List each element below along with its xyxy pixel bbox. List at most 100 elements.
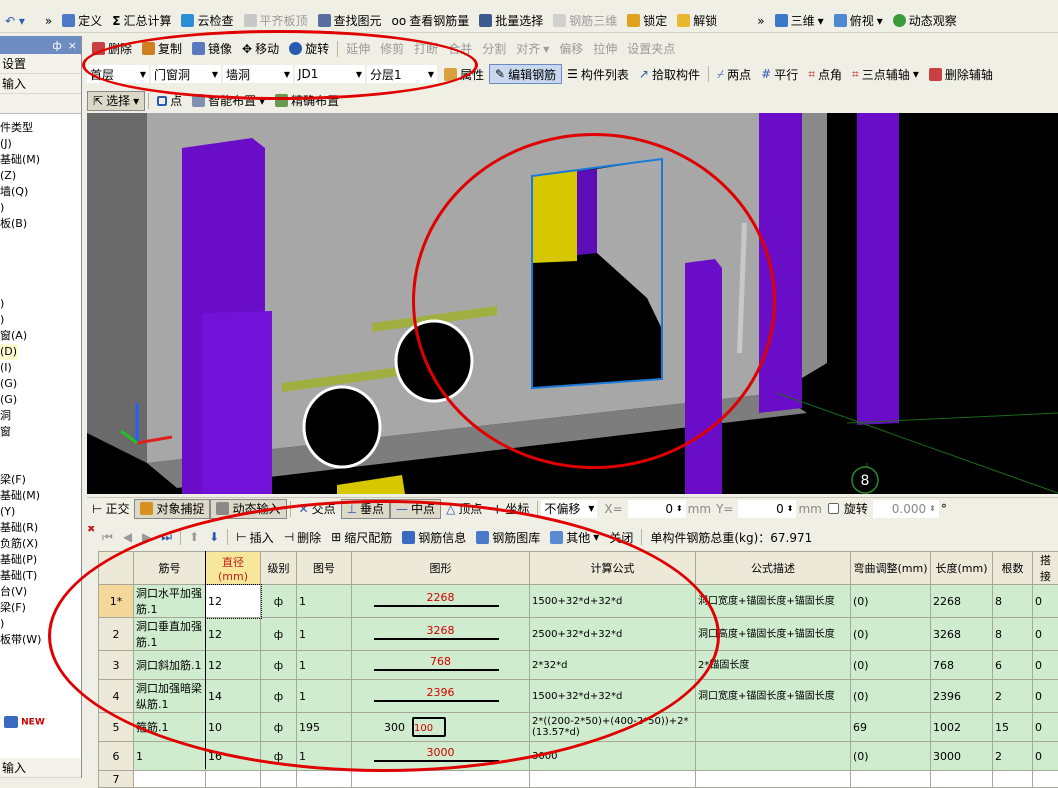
lap-cell[interactable]: 0 xyxy=(1033,618,1058,651)
lap-cell[interactable]: 0 xyxy=(1033,713,1058,742)
toolbar-more-icon[interactable]: » xyxy=(40,11,57,31)
header-lap[interactable]: 搭接 xyxy=(1033,552,1058,585)
pick-element-button[interactable]: ↗拾取构件 xyxy=(634,64,705,84)
y-input[interactable]: 0⬍ xyxy=(738,500,796,518)
tree-item[interactable]: ) xyxy=(0,312,81,328)
undo-button[interactable]: ↶ ▾ xyxy=(0,11,30,31)
lap-cell[interactable]: 0 xyxy=(1033,651,1058,680)
count-cell[interactable]: 2 xyxy=(993,680,1033,713)
cloud-check-button[interactable]: 云检查 xyxy=(176,11,238,31)
length-cell[interactable]: 2268 xyxy=(931,585,993,618)
settings-item[interactable]: 设置 xyxy=(0,54,81,74)
rotate-input[interactable]: 0.000⬍ xyxy=(873,500,939,518)
align-button[interactable]: 对齐 ▾ xyxy=(511,39,554,59)
dynamic-view-button[interactable]: 动态观察 xyxy=(888,11,962,31)
bend-adjust-cell[interactable]: (0) xyxy=(851,585,931,618)
tree-item[interactable]: 窗(A) xyxy=(0,328,81,344)
close-red-icon[interactable]: ✖ xyxy=(87,526,95,535)
first-record-button[interactable]: ⏮ xyxy=(97,527,118,547)
count-cell[interactable]: 6 xyxy=(993,651,1033,680)
new-badge[interactable]: NEW xyxy=(4,716,45,728)
tree-item[interactable]: (Y) xyxy=(0,504,81,520)
tree-item[interactable]: 负筋(X) xyxy=(0,536,81,552)
lap-cell[interactable]: 0 xyxy=(1033,680,1058,713)
x-input[interactable]: 0⬍ xyxy=(628,500,686,518)
delete-axis-button[interactable]: 删除辅轴 xyxy=(924,64,998,84)
sum-calc-button[interactable]: Σ汇总计算 xyxy=(107,11,176,31)
tree-item[interactable] xyxy=(0,248,81,264)
view-rebar-qty-button[interactable]: oo查看钢筋量 xyxy=(387,11,475,31)
tree-item[interactable] xyxy=(0,440,81,456)
tree-item[interactable]: ) xyxy=(0,200,81,216)
pin-icon[interactable]: ф xyxy=(52,39,61,52)
tree-item[interactable] xyxy=(0,280,81,296)
header-count[interactable]: 根数 xyxy=(993,552,1033,585)
tree-item[interactable]: 基础(M) xyxy=(0,152,81,168)
header-length[interactable]: 长度(mm) xyxy=(931,552,993,585)
tree-item[interactable]: (G) xyxy=(0,376,81,392)
count-cell[interactable]: 8 xyxy=(993,618,1033,651)
view-3d-dropdown[interactable]: 三维 ▾ xyxy=(770,11,829,31)
header-bend-adjust[interactable]: 弯曲调整(mm) xyxy=(851,552,931,585)
tree-item[interactable]: (D) xyxy=(0,344,18,360)
lap-cell[interactable]: 0 xyxy=(1033,585,1058,618)
lock-button[interactable]: 锁定 xyxy=(622,11,672,31)
two-point-button[interactable]: ⌿两点 xyxy=(712,64,756,84)
tree-item[interactable]: 基础(P) xyxy=(0,552,81,568)
length-cell[interactable]: 1002 xyxy=(931,713,993,742)
length-cell[interactable] xyxy=(931,771,993,788)
rotate-checkbox[interactable] xyxy=(828,503,839,514)
bend-adjust-cell[interactable] xyxy=(851,771,931,788)
tree-item[interactable]: 板(B) xyxy=(0,216,81,232)
tree-item[interactable]: 基础(M) xyxy=(0,488,81,504)
count-cell[interactable]: 2 xyxy=(993,742,1033,771)
bend-adjust-cell[interactable]: (0) xyxy=(851,680,931,713)
point-angle-button[interactable]: ⌗点角 xyxy=(803,64,847,84)
unlock-button[interactable]: 解锁 xyxy=(672,11,722,31)
description-cell[interactable] xyxy=(696,713,851,742)
set-grip-button[interactable]: 设置夹点 xyxy=(622,39,680,59)
count-cell[interactable] xyxy=(993,771,1033,788)
count-cell[interactable]: 15 xyxy=(993,713,1033,742)
rebar-3d-button[interactable]: 钢筋三维 xyxy=(548,11,622,31)
bend-adjust-cell[interactable]: (0) xyxy=(851,651,931,680)
tree-item[interactable]: 洞 xyxy=(0,408,81,424)
diameter-cell[interactable] xyxy=(206,771,261,788)
description-cell[interactable] xyxy=(696,771,851,788)
tree-item[interactable]: 件类型 xyxy=(0,120,81,136)
element-list-button[interactable]: ☰构件列表 xyxy=(562,64,634,84)
edit-rebar-button[interactable]: ✎编辑钢筋 xyxy=(489,64,562,84)
tree-item[interactable]: (G) xyxy=(0,392,81,408)
bend-adjust-cell[interactable]: (0) xyxy=(851,742,931,771)
lap-cell[interactable] xyxy=(1033,771,1058,788)
tree-item[interactable] xyxy=(0,264,81,280)
row-number-cell[interactable]: 7 xyxy=(99,771,134,788)
description-cell[interactable]: 洞口宽度+锚固长度+锚固长度 xyxy=(696,680,851,713)
tree-item[interactable]: 窗 xyxy=(0,424,81,440)
find-element-button[interactable]: 查找图元 xyxy=(313,11,387,31)
tree-item[interactable]: 基础(T) xyxy=(0,568,81,584)
batch-select-button[interactable]: 批量选择 xyxy=(474,11,548,31)
tree-item[interactable]: ) xyxy=(0,296,81,312)
tree-item[interactable]: 梁(F) xyxy=(0,472,81,488)
tree-item[interactable] xyxy=(0,456,81,472)
input-item[interactable]: 输入 xyxy=(0,74,81,94)
define-button[interactable]: 定义 xyxy=(57,11,107,31)
view-top-dropdown[interactable]: 俯视 ▾ xyxy=(829,11,888,31)
formula-cell[interactable] xyxy=(530,771,696,788)
split-button[interactable]: 分割 xyxy=(477,39,511,59)
row-number-cell[interactable]: 6 xyxy=(99,742,134,771)
grade-cell[interactable] xyxy=(261,771,297,788)
object-snap-toggle[interactable]: 对象捕捉 xyxy=(134,499,210,519)
description-cell[interactable]: 2*锚固长度 xyxy=(696,651,851,680)
offset-button[interactable]: 偏移 xyxy=(554,39,588,59)
bend-adjust-cell[interactable]: 69 xyxy=(851,713,931,742)
tree-item[interactable]: (Z) xyxy=(0,168,81,184)
ortho-toggle[interactable]: ⊢正交 xyxy=(87,499,134,519)
stretch-button[interactable]: 拉伸 xyxy=(588,39,622,59)
description-cell[interactable] xyxy=(696,742,851,771)
length-cell[interactable]: 2396 xyxy=(931,680,993,713)
tree-item[interactable]: (I) xyxy=(0,360,81,376)
description-cell[interactable]: 洞口宽度+锚固长度+锚固长度 xyxy=(696,585,851,618)
tree-item[interactable]: 墙(Q) xyxy=(0,184,81,200)
